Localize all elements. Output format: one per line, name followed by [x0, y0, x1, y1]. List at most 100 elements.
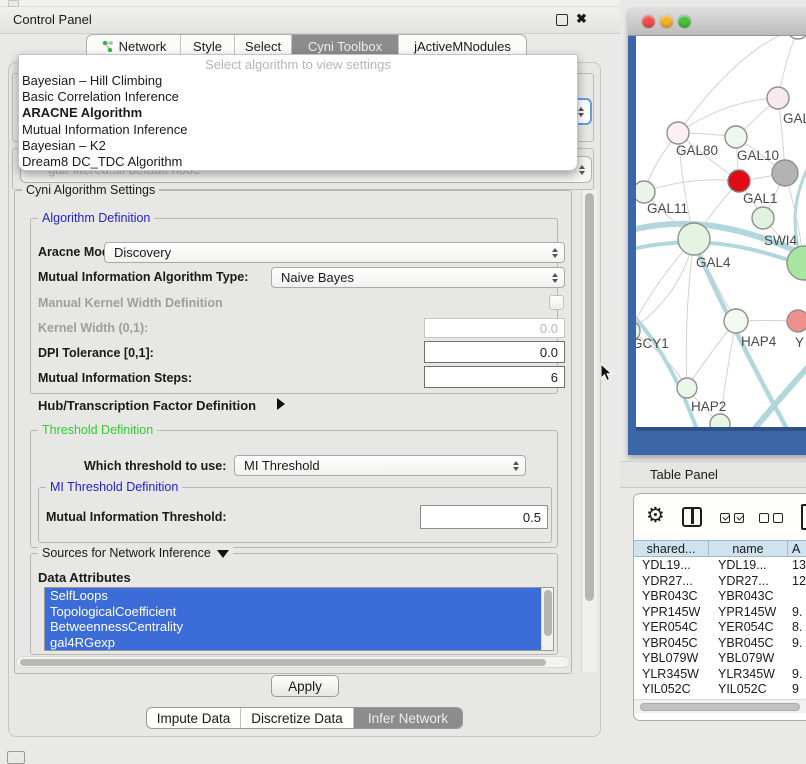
sources-title-text[interactable]: Sources for Network Inference — [42, 546, 211, 561]
deselect-all-checkboxes-icon[interactable] — [759, 513, 769, 523]
table-hscrollbar[interactable] — [634, 699, 806, 713]
list-item[interactable]: gal4RGexp — [45, 635, 553, 651]
network-node[interactable] — [787, 310, 806, 332]
mi-algorithm-type-combo[interactable]: Naive Bayes — [271, 267, 565, 288]
dropdown-item[interactable]: Mutual Information Inference — [19, 122, 577, 138]
settings-vscrollbar[interactable] — [581, 190, 597, 672]
mi-steps-field[interactable]: 6 — [424, 366, 565, 388]
minimize-window-icon[interactable] — [660, 15, 673, 28]
gear-icon[interactable]: ⚙ — [646, 503, 665, 528]
manual-kernel-checkbox[interactable] — [549, 295, 564, 310]
cyni-bottom-tabs: Impute Data Discretize Data Infer Networ… — [146, 707, 463, 729]
node-label: GAL4 — [696, 255, 731, 270]
table-row[interactable]: YIL052CYIL052C9 — [634, 682, 806, 698]
network-node[interactable] — [636, 181, 655, 203]
which-threshold-label: Which threshold to use: — [84, 458, 226, 474]
mi-steps-value: 6 — [551, 370, 558, 385]
table-body: YDL19...YDL19...13 YDR27...YDR27...12 YB… — [634, 558, 806, 699]
table-row[interactable]: YBL079WYBL079W — [634, 651, 806, 667]
network-node[interactable] — [710, 414, 730, 427]
mi-threshold-field[interactable]: 0.5 — [420, 505, 548, 529]
table-row[interactable]: YBR045CYBR045C9. — [634, 636, 806, 652]
dropdown-item[interactable]: Dream8 DC_TDC Algorithm — [19, 154, 577, 170]
network-node[interactable] — [767, 87, 789, 109]
tab-impute-data-label: Impute Data — [157, 711, 231, 726]
nodes — [636, 36, 806, 427]
hub-disclosure-icon[interactable] — [277, 398, 285, 410]
which-threshold-combo[interactable]: MI Threshold — [234, 455, 526, 476]
sources-disclosure-icon[interactable] — [217, 550, 229, 558]
table-row[interactable]: YBR043CYBR043C — [634, 589, 806, 605]
tab-jactivemnodules-label: jActiveMNodules — [414, 39, 511, 54]
mi-threshold-label: Mutual Information Threshold: — [46, 509, 227, 525]
hub-definition-toggle[interactable]: Hub/Transcription Factor Definition — [38, 398, 256, 414]
network-node-highlighted[interactable] — [728, 170, 750, 192]
control-panel: Control Panel ✖ Network Style Select Cyn… — [0, 0, 620, 762]
node-label: GAL80 — [676, 143, 718, 158]
deselect-all-checkboxes-icon[interactable] — [773, 513, 783, 523]
split-columns-icon[interactable] — [682, 507, 702, 527]
select-all-checkboxes-icon[interactable] — [720, 513, 730, 523]
which-threshold-value: MI Threshold — [244, 458, 320, 473]
list-item[interactable]: SelfLoops — [45, 588, 553, 604]
column-header-partial[interactable]: A — [788, 541, 806, 556]
network-node[interactable] — [725, 126, 747, 148]
tab-impute-data[interactable]: Impute Data — [147, 708, 241, 728]
mi-threshold-group-title: MI Threshold Definition — [46, 480, 182, 495]
apply-button[interactable]: Apply — [271, 675, 339, 697]
node-label: GAL11 — [647, 201, 688, 216]
close-panel-icon[interactable]: ✖ — [576, 11, 587, 27]
table-header-row: shared... name A — [634, 540, 806, 557]
close-window-icon[interactable] — [642, 15, 655, 28]
table-row[interactable]: YPR145WYPR145W9. — [634, 605, 806, 621]
list-item[interactable]: TopologicalCoefficient — [45, 604, 553, 620]
tab-discretize-data[interactable]: Discretize Data — [241, 708, 354, 728]
network-node[interactable] — [772, 160, 798, 186]
list-vscrollbar[interactable] — [541, 588, 553, 650]
list-item[interactable]: BetweennessCentrality — [45, 619, 553, 635]
column-header-name[interactable]: name — [709, 541, 788, 556]
mi-algorithm-type-value: Naive Bayes — [281, 270, 354, 285]
canvas-bottom-shadow — [636, 427, 806, 431]
new-table-icon[interactable] — [801, 504, 806, 530]
aracne-mode-value: Discovery — [114, 245, 171, 260]
network-node[interactable] — [724, 309, 748, 333]
data-attributes-label: Data Attributes — [38, 570, 131, 586]
control-panel-titlebar[interactable]: Control Panel ✖ — [0, 7, 620, 34]
column-header-shared-name[interactable]: shared... — [634, 541, 709, 556]
aracne-mode-combo[interactable]: Discovery — [104, 242, 565, 263]
dpi-tolerance-field[interactable]: 0.0 — [424, 341, 565, 363]
tab-style-label: Style — [193, 39, 222, 54]
dropdown-item[interactable]: Bayesian – Hill Climbing — [19, 73, 577, 89]
collapsed-panel-icon[interactable] — [7, 751, 25, 764]
table-toolbar: ⚙ — [634, 494, 806, 539]
zoom-window-icon[interactable] — [678, 15, 691, 28]
network-window-titlebar[interactable] — [628, 8, 806, 36]
table-row[interactable]: YLR345WYLR345W9. — [634, 667, 806, 683]
table-row[interactable]: YDR27...YDR27...12 — [634, 574, 806, 590]
dropdown-item[interactable]: Bayesian – K2 — [19, 138, 577, 154]
table-panel-titlebar[interactable]: Table Panel — [620, 461, 806, 488]
control-panel-title: Control Panel — [13, 7, 92, 33]
manual-kernel-label: Manual Kernel Width Definition — [38, 295, 223, 311]
network-node[interactable] — [787, 36, 806, 39]
table-row[interactable]: YER054CYER054C8. — [634, 620, 806, 636]
tab-discretize-data-label: Discretize Data — [251, 711, 343, 726]
table-container: ⚙ shared... name A YDL19...YDL19...13 YD… — [633, 493, 806, 721]
network-node[interactable] — [752, 207, 774, 229]
kernel-width-field[interactable]: 0.0 — [424, 318, 565, 338]
network-node[interactable] — [677, 378, 697, 398]
mouse-cursor — [600, 363, 614, 383]
network-canvas[interactable]: GAL GAL80 GAL10 GAL11 GAL1 SWI4 GAL4 GCY… — [636, 36, 806, 427]
tab-infer-network[interactable]: Infer Network — [354, 708, 462, 728]
float-panel-icon[interactable] — [556, 14, 568, 26]
select-all-checkboxes-icon[interactable] — [734, 513, 744, 523]
kernel-width-label: Kernel Width (0,1): — [38, 320, 148, 336]
dropdown-item-highlighted[interactable]: ARACNE Algorithm — [19, 105, 577, 121]
table-row[interactable]: YDL19...YDL19...13 — [634, 558, 806, 574]
dropdown-item[interactable]: Basic Correlation Inference — [19, 89, 577, 105]
settings-hscrollbar[interactable] — [16, 656, 570, 668]
network-node[interactable] — [667, 122, 689, 144]
network-node[interactable] — [678, 223, 710, 255]
network-icon — [101, 40, 114, 53]
